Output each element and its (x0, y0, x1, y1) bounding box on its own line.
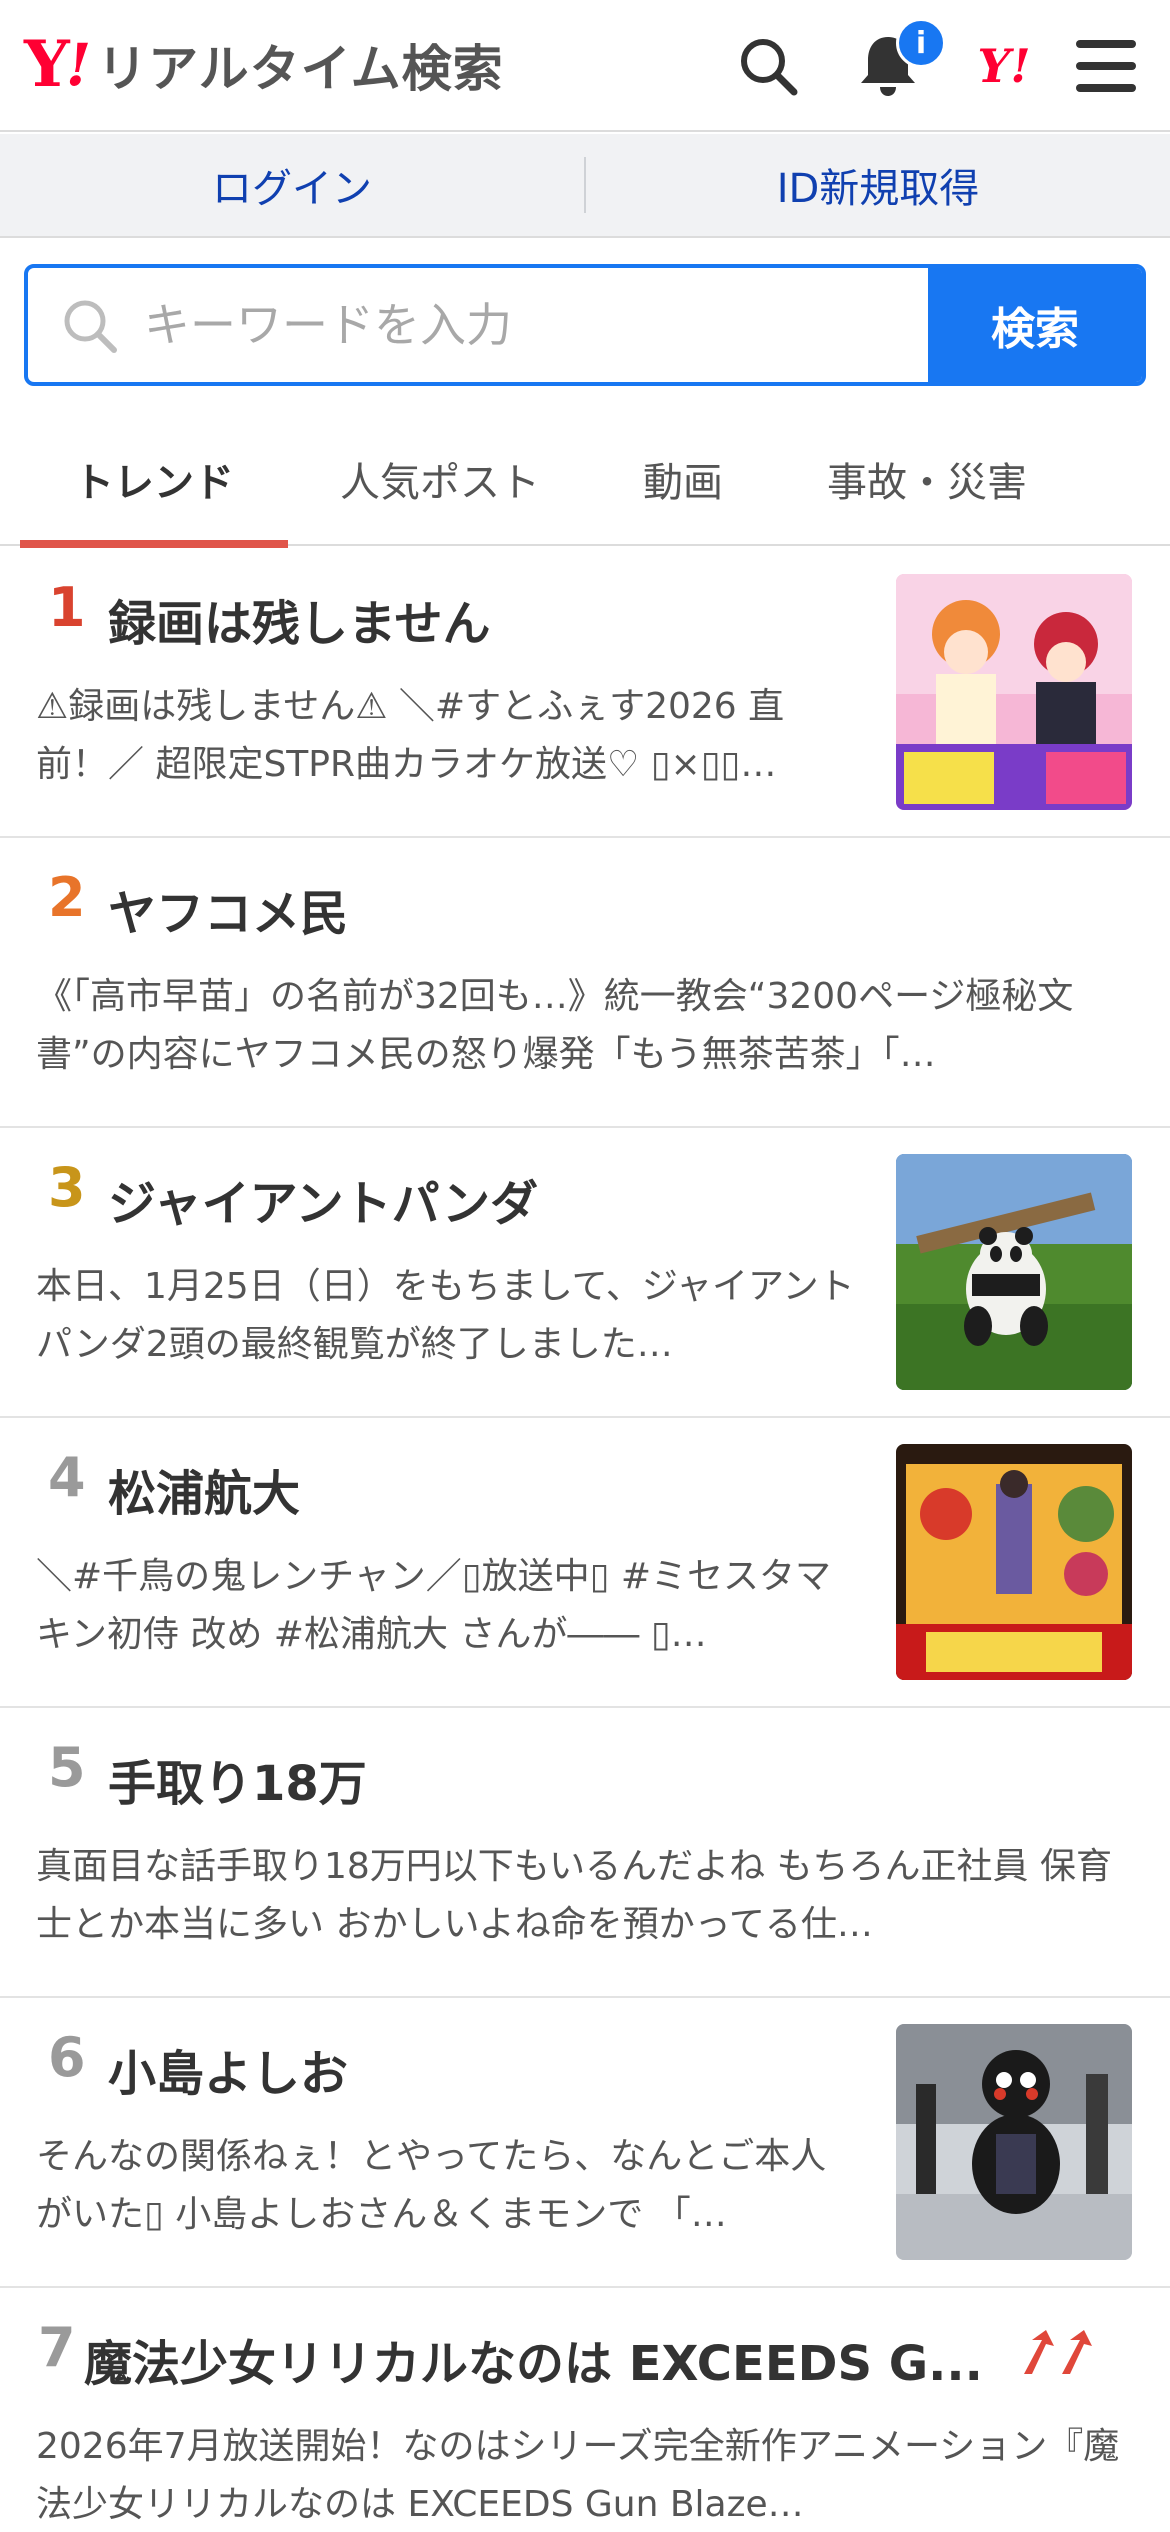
logo-text: リアルタイム検索 (97, 40, 504, 98)
app-header: Y ! リアルタイム検索 i Y! (0, 0, 1170, 132)
trend-item[interactable]: 2 ヤフコメ民 《「高市早苗」の名前が32回も…》統一教会“3200ページ極秘文… (0, 838, 1170, 1128)
trend-item[interactable]: 7 魔法少女リリカルなのは EXCEEDS G... 2026年7月放送開始！な… (0, 2288, 1170, 2532)
trend-item[interactable]: 1 録画は残しません ⚠録画は残しません⚠ ＼#すとふぇす2026 直前！／ 超… (0, 548, 1170, 838)
trend-item[interactable]: 3 ジャイアントパンダ 本日、1月25日（日）をもちまして、ジャイアントパンダ2… (0, 1128, 1170, 1418)
trend-title[interactable]: 手取り18万 (108, 1744, 367, 1814)
rank-number: 3 (48, 1156, 86, 1219)
search-form: 検索 (24, 264, 1146, 386)
logo-exclamation: ! (65, 31, 92, 99)
trend-item[interactable]: 5 手取り18万 真面目な話手取り18万円以下もいるんだよね もちろん正社員 保… (0, 1708, 1170, 1998)
tab-video[interactable]: 動画 (612, 412, 754, 546)
anime-karaoke-thumbnail[interactable] (896, 574, 1132, 810)
trend-title[interactable]: ヤフコメ民 (108, 874, 348, 944)
yahoo-realtime-logo[interactable]: Y ! リアルタイム検索 (24, 30, 504, 100)
panda-photo-thumbnail[interactable] (896, 1154, 1132, 1390)
search-button[interactable]: 検索 (928, 268, 1142, 382)
rank-number: 1 (48, 576, 86, 639)
trend-list: 1 録画は残しません ⚠録画は残しません⚠ ＼#すとふぇす2026 直前！／ 超… (0, 548, 1170, 2532)
kumamon-photo-thumbnail[interactable] (896, 2024, 1132, 2260)
hamburger-menu-icon[interactable] (1064, 24, 1148, 108)
search-field-icon (64, 300, 117, 353)
trend-description: 《「高市早苗」の名前が32回も…》統一教会“3200ページ極秘文書”の内容にヤフ… (36, 976, 1074, 1075)
trend-description: そんなの関係ねぇ！とやってたら、なんとご本人がいた▯ 小島よしおさん＆くまモンで… (36, 2136, 827, 2235)
yj-mark-text: Y! (977, 39, 1031, 93)
trend-description: 本日、1月25日（日）をもちまして、ジャイアントパンダ2頭の最終観覧が終了しまし… (36, 1266, 855, 1365)
category-tabs: トレンド 人気ポスト 動画 事故・災害 (0, 412, 1170, 548)
rank-number: 5 (48, 1736, 86, 1799)
trend-description: ⚠録画は残しません⚠ ＼#すとふぇす2026 直前！／ 超限定STPR曲カラオケ… (36, 686, 785, 785)
trend-description: ＼#千鳥の鬼レンチャン／▯放送中▯ #ミセスタマキン初侍 改め #松浦航大 さん… (36, 1556, 832, 1655)
rank-number: 6 (48, 2026, 86, 2089)
login-link[interactable]: ログイン (0, 134, 584, 236)
search-input[interactable] (28, 268, 928, 382)
notification-badge: i (896, 18, 946, 68)
trend-description: 真面目な話手取り18万円以下もいるんだよね もちろん正社員 保育士とか本当に多い… (36, 1846, 1112, 1945)
trending-up-icon (1020, 2328, 1100, 2378)
trend-item[interactable]: 4 松浦航大 ＼#千鳥の鬼レンチャン／▯放送中▯ #ミセスタマキン初侍 改め #… (0, 1418, 1170, 1708)
trend-title[interactable]: 松浦航大 (108, 1454, 300, 1524)
signup-link[interactable]: ID新規取得 (586, 134, 1170, 236)
trend-title[interactable]: 小島よしお (108, 2034, 348, 2104)
bell-icon[interactable]: i (846, 18, 946, 108)
tab-accident-disaster[interactable]: 事故・災害 (800, 412, 1054, 546)
rank-number: 4 (48, 1446, 86, 1509)
yahoo-japan-icon[interactable]: Y! (962, 24, 1046, 108)
account-bar: ログイン ID新規取得 (0, 134, 1170, 238)
search-icon[interactable] (726, 24, 810, 108)
trend-item[interactable]: 6 小島よしお そんなの関係ねぇ！とやってたら、なんとご本人がいた▯ 小島よしお… (0, 1998, 1170, 2288)
trend-title[interactable]: 録画は残しません (108, 584, 491, 654)
tv-show-thumbnail[interactable] (896, 1444, 1132, 1680)
trend-title[interactable]: ジャイアントパンダ (108, 1164, 538, 1234)
logo-y: Y (24, 27, 70, 102)
trend-description: 2026年7月放送開始！なのはシリーズ完全新作アニメーション『魔法少女リリカルな… (36, 2426, 1120, 2525)
trend-title[interactable]: 魔法少女リリカルなのは EXCEEDS G... (84, 2324, 994, 2394)
rank-number: 7 (38, 2316, 76, 2379)
rank-number: 2 (48, 866, 86, 929)
tab-trend[interactable]: トレンド (20, 412, 288, 548)
tab-popular-posts[interactable]: 人気ポスト (318, 412, 562, 546)
